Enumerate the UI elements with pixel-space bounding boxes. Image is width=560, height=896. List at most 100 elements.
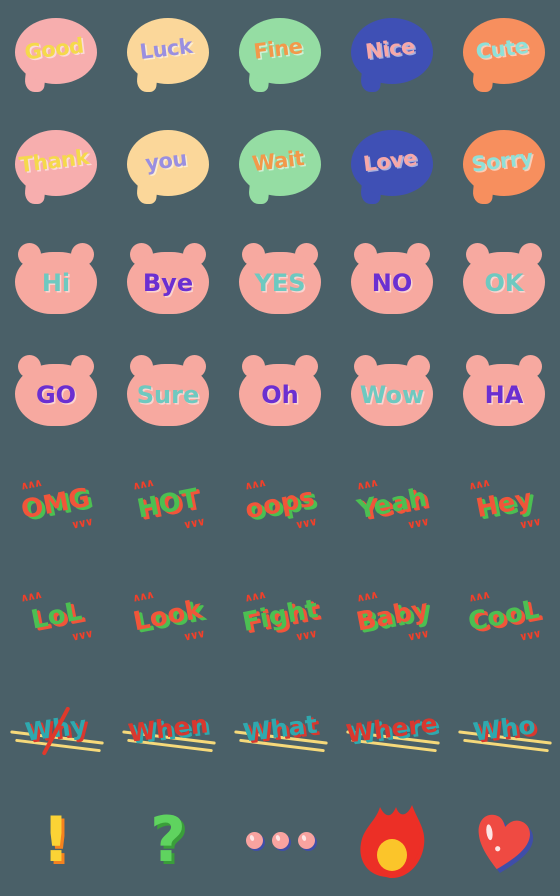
question-word-what[interactable]: What	[230, 678, 330, 778]
exclamation-mark-icon[interactable]: !	[6, 790, 106, 890]
sticker-cell-hot[interactable]: ∧∧∧ ∨∨∨ HOT	[112, 448, 224, 560]
sticker-cell-oh[interactable]: Oh	[224, 336, 336, 448]
speech-bubble-sorry[interactable]: Sorry	[454, 118, 554, 218]
sticker-cell-why[interactable]: Why	[0, 672, 112, 784]
speech-bubble-nice[interactable]: Nice	[342, 6, 442, 106]
sticker-cell-sure[interactable]: Sure	[112, 336, 224, 448]
sticker-cell-luck[interactable]: Luck	[112, 0, 224, 112]
bear-head-yes[interactable]: YES	[230, 230, 330, 330]
sticker-cell-nice[interactable]: Nice	[336, 0, 448, 112]
question-word-sticker: Who	[454, 690, 554, 766]
sticker-cell-no[interactable]: NO	[336, 224, 448, 336]
sticker-cell-good[interactable]: Good	[0, 0, 112, 112]
sticker-cell-what[interactable]: What	[224, 672, 336, 784]
graffiti-text-yeah[interactable]: ∧∧∧ ∨∨∨ Yeah	[342, 454, 442, 554]
speech-bubble-shape: Nice	[349, 16, 435, 96]
speech-bubble-love[interactable]: Love	[342, 118, 442, 218]
bear-head-wow[interactable]: Wow	[342, 342, 442, 442]
sticker-cell-you[interactable]: you	[112, 112, 224, 224]
bear-head-shape: HA	[460, 355, 548, 429]
graffiti-text-oops[interactable]: ∧∧∧ ∨∨∨ oops	[230, 454, 330, 554]
sticker-label: NO	[371, 269, 413, 297]
sticker-cell-yes[interactable]: YES	[224, 224, 336, 336]
graffiti-text-baby[interactable]: ∧∧∧ ∨∨∨ Baby	[342, 566, 442, 666]
bear-head-ha[interactable]: HA	[454, 342, 554, 442]
sticker-cell-wait[interactable]: Wait	[224, 112, 336, 224]
sticker-cell-oops[interactable]: ∧∧∧ ∨∨∨ oops	[224, 448, 336, 560]
speech-bubble-good[interactable]: Good	[6, 6, 106, 106]
sticker-label: Luck	[138, 33, 194, 65]
speech-bubble-thank[interactable]: Thank	[6, 118, 106, 218]
bear-head-sure[interactable]: Sure	[118, 342, 218, 442]
question-word-who[interactable]: Who	[454, 678, 554, 778]
question-word-when[interactable]: When	[118, 678, 218, 778]
sticker-cell-go[interactable]: GO	[0, 336, 112, 448]
bear-head-bye[interactable]: Bye	[118, 230, 218, 330]
graffiti-text-omg[interactable]: ∧∧∧ ∨∨∨ OMG	[6, 454, 106, 554]
graffiti-text-look[interactable]: ∧∧∧ ∨∨∨ Look	[118, 566, 218, 666]
bear-head-hi[interactable]: Hi	[6, 230, 106, 330]
sticker-cell-love[interactable]: Love	[336, 112, 448, 224]
speech-bubble-shape: Good	[13, 16, 99, 96]
sticker-cell-hey[interactable]: ∧∧∧ ∨∨∨ Hey	[448, 448, 560, 560]
ellipsis-dots-icon[interactable]: • • •	[230, 790, 330, 890]
sticker-cell-ok[interactable]: OK	[448, 224, 560, 336]
graffiti-text-hey[interactable]: ∧∧∧ ∨∨∨ Hey	[454, 454, 554, 554]
speech-bubble-fine[interactable]: Fine	[230, 6, 330, 106]
speech-bubble-cute[interactable]: Cute	[454, 6, 554, 106]
sticker-cell-lol[interactable]: ∧∧∧ ∨∨∨ LoL	[0, 560, 112, 672]
sticker-cell-fight[interactable]: ∧∧∧ ∨∨∨ Fight	[224, 560, 336, 672]
graffiti-text-fight[interactable]: ∧∧∧ ∨∨∨ Fight	[230, 566, 330, 666]
sticker-cell-exclamation[interactable]: !	[0, 784, 112, 896]
sticker-cell-omg[interactable]: ∧∧∧ ∨∨∨ OMG	[0, 448, 112, 560]
sticker-cell-when[interactable]: When	[112, 672, 224, 784]
sticker-cell-fire[interactable]: fire	[336, 784, 448, 896]
sticker-cell-sorry[interactable]: Sorry	[448, 112, 560, 224]
zigzag-accent-top-icon: ∧∧∧	[18, 588, 42, 605]
zigzag-accent-bottom-icon: ∨∨∨	[518, 515, 542, 532]
sticker-cell-thank[interactable]: Thank	[0, 112, 112, 224]
graffiti-text-cool[interactable]: ∧∧∧ ∨∨∨ CooL	[454, 566, 554, 666]
graffiti-text-hot[interactable]: ∧∧∧ ∨∨∨ HOT	[118, 454, 218, 554]
sticker-cell-cool[interactable]: ∧∧∧ ∨∨∨ CooL	[448, 560, 560, 672]
sticker-cell-fine[interactable]: Fine	[224, 0, 336, 112]
sticker-cell-hi[interactable]: Hi	[0, 224, 112, 336]
graffiti-text-lol[interactable]: ∧∧∧ ∨∨∨ LoL	[6, 566, 106, 666]
bear-head-no[interactable]: NO	[342, 230, 442, 330]
sticker-label: Oh	[261, 381, 299, 409]
bear-head-ok[interactable]: OK	[454, 230, 554, 330]
zigzag-accent-top-icon: ∧∧∧	[242, 476, 266, 493]
bear-head-go[interactable]: GO	[6, 342, 106, 442]
zigzag-accent-bottom-icon: ∨∨∨	[182, 627, 206, 644]
sticker-cell-wow[interactable]: Wow	[336, 336, 448, 448]
sticker-cell-ellipsis[interactable]: • • •	[224, 784, 336, 896]
sticker-cell-yeah[interactable]: ∧∧∧ ∨∨∨ Yeah	[336, 448, 448, 560]
question-word-sticker: Why	[6, 690, 106, 766]
zigzag-accent-bottom-icon: ∨∨∨	[294, 515, 318, 532]
sticker-cell-where[interactable]: Where	[336, 672, 448, 784]
speech-bubble-you[interactable]: you	[118, 118, 218, 218]
sticker-cell-heart[interactable]: heart	[448, 784, 560, 896]
sticker-cell-who[interactable]: Who	[448, 672, 560, 784]
question-word-why[interactable]: Why	[6, 678, 106, 778]
sticker-cell-baby[interactable]: ∧∧∧ ∨∨∨ Baby	[336, 560, 448, 672]
sticker-label: GO	[35, 381, 77, 409]
sticker-cell-look[interactable]: ∧∧∧ ∨∨∨ Look	[112, 560, 224, 672]
sticker-cell-cute[interactable]: Cute	[448, 0, 560, 112]
flame-icon[interactable]: fire	[342, 790, 442, 890]
question-mark-icon[interactable]: ?	[118, 790, 218, 890]
sticker-cell-ha[interactable]: HA	[448, 336, 560, 448]
question-word-where[interactable]: Where	[342, 678, 442, 778]
sticker-label: you	[143, 146, 189, 176]
heart-icon[interactable]: heart	[454, 790, 554, 890]
sticker-label: !	[41, 803, 71, 876]
sticker-cell-question[interactable]: ?	[112, 784, 224, 896]
bear-head-oh[interactable]: Oh	[230, 342, 330, 442]
question-word-sticker: What	[230, 690, 330, 766]
symbol-sticker: • • •	[237, 797, 323, 883]
speech-bubble-wait[interactable]: Wait	[230, 118, 330, 218]
sticker-label: Good	[23, 33, 85, 65]
zigzag-accent-bottom-icon: ∨∨∨	[294, 627, 318, 644]
sticker-cell-bye[interactable]: Bye	[112, 224, 224, 336]
speech-bubble-luck[interactable]: Luck	[118, 6, 218, 106]
